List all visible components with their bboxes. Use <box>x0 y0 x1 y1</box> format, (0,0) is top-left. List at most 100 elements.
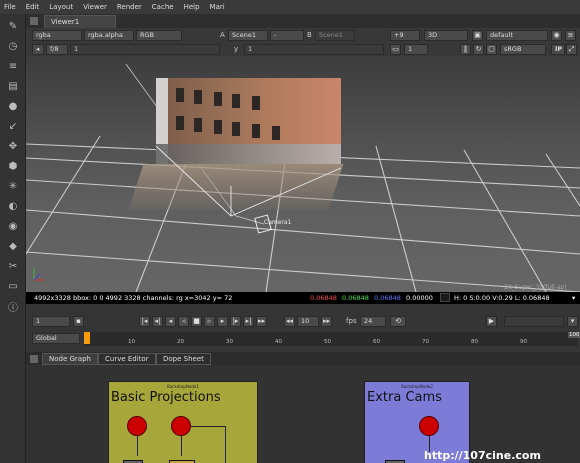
dropdown-arrow-icon[interactable]: ▾ <box>572 292 575 304</box>
global-dropdown[interactable]: Global <box>32 333 80 344</box>
expand-icon[interactable]: ⤢ <box>566 44 577 55</box>
keyer-icon[interactable]: ◉ <box>5 218 21 234</box>
watermark: http://107cine.com <box>424 449 541 462</box>
camera1-label: Camera1 <box>264 219 292 226</box>
play-icon[interactable]: ▸ <box>217 316 228 327</box>
fps-field[interactable]: 24 <box>360 316 386 327</box>
pane-menu-icon[interactable] <box>30 355 38 363</box>
ip-button[interactable]: IP <box>551 44 565 55</box>
frame-field[interactable]: 1 <box>32 316 70 327</box>
backdrop-basic-projections[interactable]: BackdropNode1 Basic Projections <box>108 381 258 463</box>
folder-icon[interactable]: ▭ <box>5 278 21 294</box>
range-field[interactable] <box>504 316 564 327</box>
tab-dope-sheet[interactable]: Dope Sheet <box>156 353 211 365</box>
gain-dropdown[interactable]: +9 <box>390 30 420 41</box>
other-icon[interactable]: ⓘ <box>5 298 21 314</box>
menu-help[interactable]: Help <box>184 3 200 11</box>
end-frame-label: 100 <box>568 332 580 338</box>
view-mode-dropdown[interactable]: 3D <box>424 30 468 41</box>
lut-dropdown[interactable]: sRGB <box>500 44 546 55</box>
menu-layout[interactable]: Layout <box>49 3 73 11</box>
pane-menu-icon[interactable] <box>30 17 38 25</box>
paint-brush-icon[interactable]: ✎ <box>5 18 21 34</box>
alpha-value: 0.00000 <box>406 294 433 302</box>
stop-icon[interactable]: ■ <box>191 316 202 327</box>
settings-icon[interactable]: ≡ <box>565 30 576 41</box>
nodegraph-tab-row: Node Graph Curve Editor Dope Sheet <box>26 352 580 365</box>
tick-label: 70 <box>422 339 429 345</box>
tick-label: 20 <box>177 339 184 345</box>
alpha-dropdown[interactable]: rgba.alpha <box>84 30 134 41</box>
merge-icon[interactable]: ✥ <box>5 138 21 154</box>
tick-label: 30 <box>226 339 233 345</box>
project-node[interactable] <box>171 416 191 436</box>
star-icon[interactable]: ✳ <box>5 178 21 194</box>
pause-icon[interactable]: ‖ <box>460 44 471 55</box>
tab-node-graph[interactable]: Node Graph <box>42 353 98 365</box>
last-frame-icon[interactable]: ▸| <box>243 316 254 327</box>
hsv-readout: H: 0 S:0.00 V:0.29 L: 0.06848 <box>454 294 550 302</box>
camera-frustum <box>155 145 342 217</box>
loop-icon[interactable]: ⟲ <box>390 316 406 327</box>
menu-cache[interactable]: Cache <box>152 3 174 11</box>
tool-icon[interactable]: ✂ <box>5 258 21 274</box>
arrow-icon[interactable]: ↙ <box>5 118 21 134</box>
lock-icon[interactable]: ▣ <box>472 30 483 41</box>
cube-icon[interactable]: ⬢ <box>5 158 21 174</box>
refresh-icon[interactable]: ↻ <box>473 44 484 55</box>
channel-icon[interactable]: ▤ <box>5 78 21 94</box>
colorspace-dropdown[interactable]: RGB <box>136 30 182 41</box>
viewer-play-icon[interactable]: ▶ <box>486 316 497 327</box>
blue-value: 0.06848 <box>374 294 401 302</box>
skip-back-icon[interactable]: ◂◂ <box>284 316 295 327</box>
tab-curve-editor[interactable]: Curve Editor <box>98 353 156 365</box>
tick-label: 90 <box>520 339 527 345</box>
clock-icon[interactable]: ◷ <box>5 38 21 54</box>
b-input-dropdown[interactable]: Scene1 <box>315 30 355 41</box>
next-key-icon[interactable]: |▸ <box>230 316 241 327</box>
project-node[interactable] <box>127 416 147 436</box>
exposure-slider[interactable]: 1 <box>70 44 220 55</box>
backdrop-title: Extra Cams <box>367 390 442 405</box>
range-menu-icon[interactable]: ▾ <box>567 316 578 327</box>
prev-key-icon[interactable]: ◂| <box>152 316 163 327</box>
compare-dropdown[interactable]: - <box>270 30 304 41</box>
eye-icon[interactable]: ◉ <box>551 30 562 41</box>
timeline-ruler[interactable]: 1 10 20 30 40 50 60 70 80 90 100 <box>84 332 580 346</box>
step-field[interactable]: 10 <box>297 316 319 327</box>
end-icon[interactable]: ▸▸ <box>256 316 267 327</box>
menu-viewer[interactable]: Viewer <box>83 3 107 11</box>
sphere-icon[interactable]: ● <box>5 98 21 114</box>
channels-dropdown[interactable]: rgba <box>32 30 82 41</box>
viewer-3d-viewport[interactable]: Camera1 2K_Super_35(full-ap) <box>26 56 580 292</box>
monitor-icon[interactable]: ▢ <box>486 44 497 55</box>
region-icon[interactable]: ▭ <box>390 44 401 55</box>
step-back-icon[interactable]: ◃ <box>178 316 189 327</box>
gamma-slider[interactable]: 1 <box>244 44 384 55</box>
tick-label: 10 <box>128 339 135 345</box>
menu-file[interactable]: File <box>4 3 16 11</box>
image-info-text: 4992x3328 bbox: 0 0 4992 3328 channels: … <box>34 294 233 302</box>
tick-label: 80 <box>471 339 478 345</box>
first-frame-icon[interactable]: |◂ <box>139 316 150 327</box>
format-label: 2K_Super_35(full-ap) <box>504 284 567 291</box>
step-forward-icon[interactable]: ▹ <box>204 316 215 327</box>
fstop-value[interactable]: f/8 <box>46 44 68 55</box>
camera-dropdown[interactable]: default <box>486 30 548 41</box>
skip-forward-icon[interactable]: ▸▸ <box>321 316 332 327</box>
menu-render[interactable]: Render <box>117 3 142 11</box>
menu-mari[interactable]: Mari <box>210 3 225 11</box>
menu-edit[interactable]: Edit <box>26 3 40 11</box>
filter-icon[interactable]: ◐ <box>5 198 21 214</box>
play-back-icon[interactable]: ◂ <box>165 316 176 327</box>
a-input-dropdown[interactable]: Scene1 <box>228 30 268 41</box>
lock-frame-icon[interactable]: ▪ <box>73 316 84 327</box>
layers-icon[interactable]: ≡ <box>5 58 21 74</box>
tab-viewer1[interactable]: Viewer1 <box>44 15 116 28</box>
fstop-toggle[interactable]: ◂ <box>32 44 44 55</box>
proxy-dropdown[interactable]: 1 <box>404 44 428 55</box>
project-node[interactable] <box>419 416 439 436</box>
tag-icon[interactable]: ◆ <box>5 238 21 254</box>
axis-gizmo <box>33 268 44 281</box>
red-value: 0.06848 <box>310 294 337 302</box>
